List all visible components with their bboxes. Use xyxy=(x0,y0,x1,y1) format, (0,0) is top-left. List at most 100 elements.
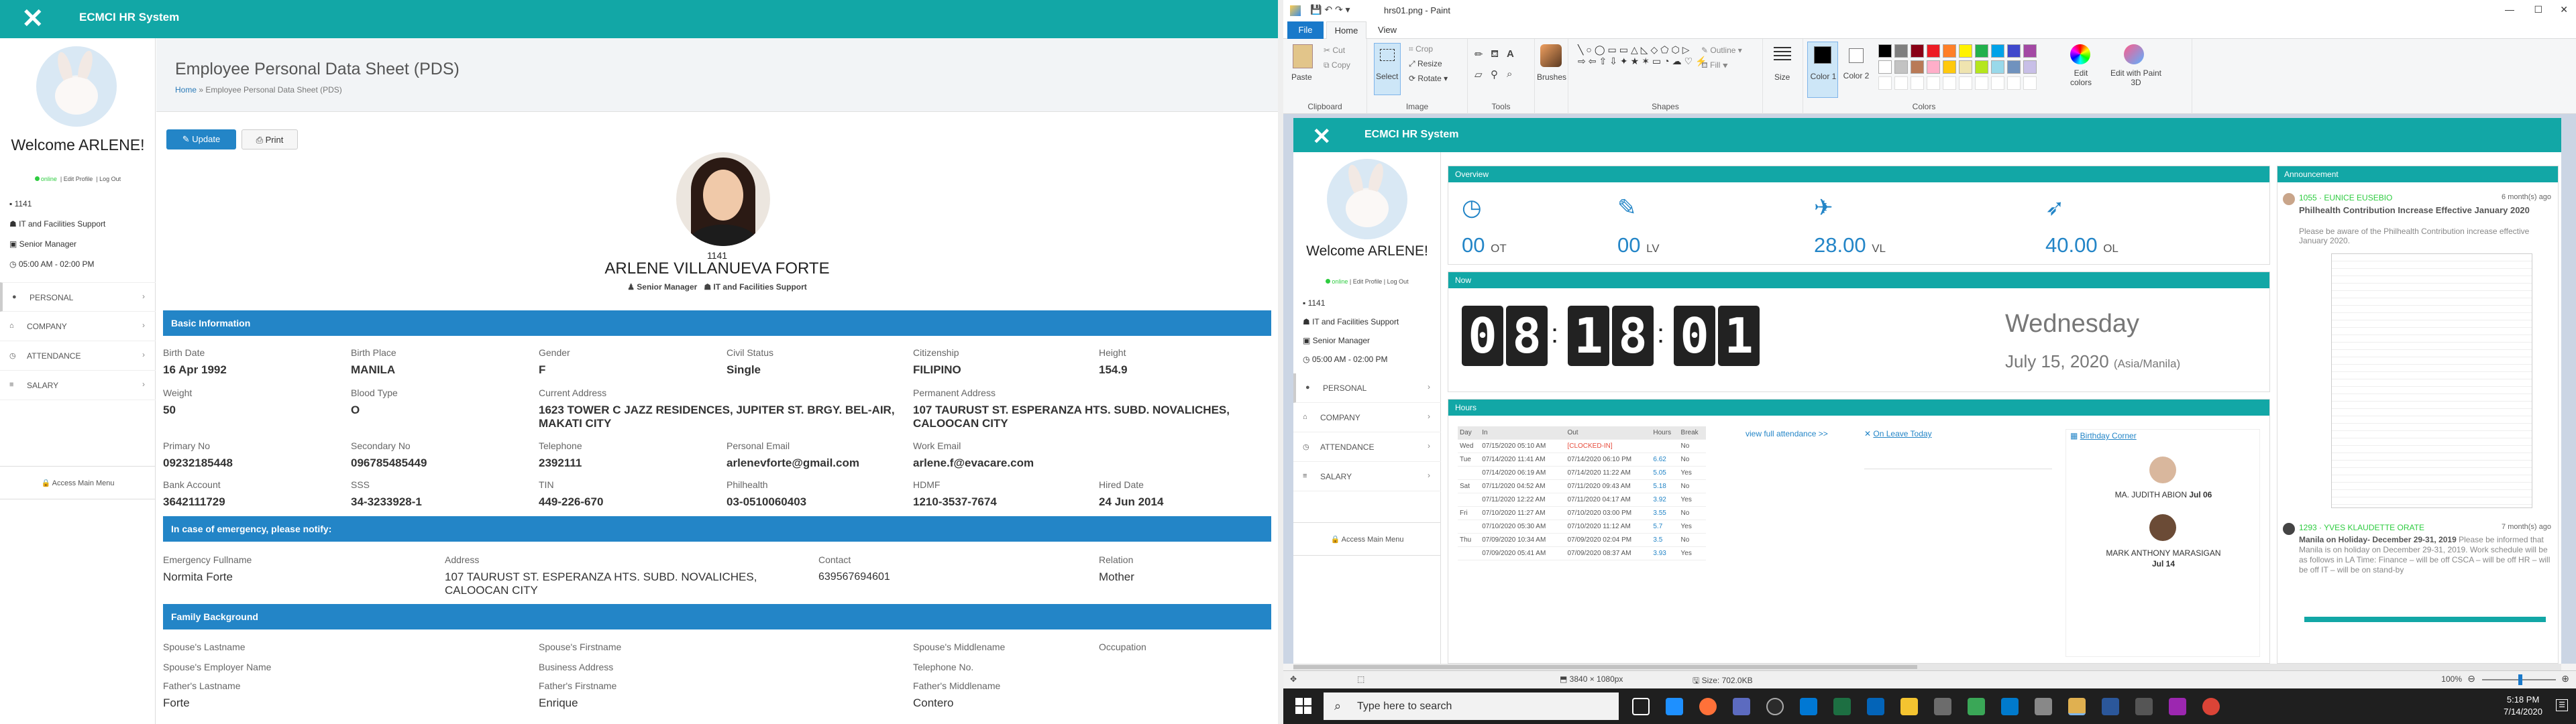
eraser-icon[interactable]: ▱ xyxy=(1474,68,1483,80)
crop-button[interactable]: ⌗ Crop xyxy=(1409,44,1433,54)
color2-button[interactable]: Color 2 xyxy=(1841,42,1872,98)
edit-colors-button[interactable]: Edit colors xyxy=(2063,68,2098,87)
logout-link[interactable]: Log Out xyxy=(99,176,121,182)
size-button[interactable]: Size xyxy=(1774,72,1790,82)
color-swatch[interactable] xyxy=(1927,60,1940,74)
word-icon[interactable] xyxy=(2102,698,2119,715)
color-swatch[interactable] xyxy=(1927,44,1940,58)
update-button[interactable]: ✎ Update xyxy=(166,129,236,149)
app-icon[interactable] xyxy=(2035,698,2052,715)
color-swatch[interactable] xyxy=(1878,44,1892,58)
app-icon[interactable] xyxy=(2135,698,2153,715)
color-swatch[interactable] xyxy=(1959,44,1972,58)
select-button[interactable]: Select xyxy=(1374,43,1401,95)
paste-icon[interactable] xyxy=(1293,44,1313,68)
text-icon[interactable]: A xyxy=(1507,48,1514,60)
color-swatch-empty[interactable] xyxy=(1991,76,2004,90)
nav-personal[interactable]: ● PERSONAL › xyxy=(0,282,156,312)
color-swatch-empty[interactable] xyxy=(1943,76,1956,90)
color-swatch-empty[interactable] xyxy=(2023,76,2037,90)
app-icon[interactable] xyxy=(2169,698,2186,715)
view-full-attendance-link[interactable]: view full attendance >> xyxy=(1746,429,1828,438)
close-icon[interactable]: ✕ xyxy=(21,5,46,32)
tab-view[interactable]: View xyxy=(1371,21,1404,39)
task-view-icon[interactable] xyxy=(1632,698,1650,715)
size-icon[interactable] xyxy=(1774,47,1791,48)
fill-button[interactable]: ⛾ Fill ▾ xyxy=(1701,60,1728,71)
color-swatch[interactable] xyxy=(2023,44,2037,58)
color-swatch[interactable] xyxy=(1975,60,1988,74)
nav-salary[interactable]: ≡ SALARY › xyxy=(0,371,156,400)
color-swatch[interactable] xyxy=(1975,44,1988,58)
brushes-button[interactable]: Brushes xyxy=(1537,72,1566,82)
color-swatch[interactable] xyxy=(2007,44,2021,58)
access-main-menu[interactable]: 🔒 Access Main Menu xyxy=(0,466,156,499)
color-swatch-empty[interactable] xyxy=(1911,76,1924,90)
zoom-in-icon[interactable]: ⊕ xyxy=(2561,673,2569,684)
paint3d-icon[interactable] xyxy=(2124,44,2144,64)
close-window-icon[interactable]: ✕ xyxy=(2560,4,2568,15)
color-swatch-empty[interactable] xyxy=(1959,76,1972,90)
print-button[interactable]: ⎙ Print xyxy=(241,129,298,149)
color-swatch[interactable] xyxy=(1943,60,1956,74)
color-swatch-empty[interactable] xyxy=(1975,76,1988,90)
taskbar-search-input[interactable]: ⌕ Type here to search xyxy=(1324,692,1619,720)
outlook-icon[interactable] xyxy=(1867,698,1884,715)
scroll-thumb[interactable] xyxy=(1293,665,1917,669)
notification-icon[interactable]: ☰ xyxy=(2556,699,2568,711)
paint-taskbar-icon[interactable] xyxy=(2068,698,2086,715)
color-swatch[interactable] xyxy=(1894,44,1908,58)
color1-button[interactable]: Color 1 xyxy=(1807,42,1838,98)
color-swatch[interactable] xyxy=(1959,60,1972,74)
horizontal-scrollbar[interactable] xyxy=(1293,664,2561,670)
breadcrumb-home[interactable]: Home xyxy=(175,85,197,95)
quick-access-icons[interactable]: 💾 ↶ ↷ ▾ xyxy=(1310,4,1350,15)
app-icon[interactable] xyxy=(1733,698,1750,715)
color-swatch[interactable] xyxy=(2007,60,2021,74)
color-swatch[interactable] xyxy=(1991,60,2004,74)
tab-file[interactable]: File xyxy=(1287,21,1324,39)
color-swatch-empty[interactable] xyxy=(1927,76,1940,90)
color-swatch[interactable] xyxy=(1943,44,1956,58)
canvas-image[interactable]: ✕ ECMCI HR System Welcome ARLENE! online… xyxy=(1293,118,2561,664)
color-picker-icon[interactable]: ⚲ xyxy=(1491,68,1498,80)
edit-profile-link[interactable]: Edit Profile xyxy=(64,176,93,182)
color-swatch[interactable] xyxy=(1991,44,2004,58)
resize-button[interactable]: ⤢ Resize xyxy=(1409,59,1442,69)
color-swatch[interactable] xyxy=(1878,60,1892,74)
magnifier-icon[interactable]: ⌕ xyxy=(1507,68,1512,80)
system-clock[interactable]: 5:18 PM 7/14/2020 xyxy=(2504,694,2542,718)
maximize-icon[interactable]: ☐ xyxy=(2534,4,2542,15)
windows-start-icon[interactable] xyxy=(1295,698,1311,714)
vscode-icon[interactable] xyxy=(2001,698,2019,715)
color-swatch[interactable] xyxy=(1911,60,1924,74)
cut-button[interactable]: ✂ Cut xyxy=(1324,46,1345,55)
edge-icon[interactable] xyxy=(1666,698,1683,715)
paste-button[interactable]: Paste xyxy=(1291,72,1312,82)
app-icon[interactable] xyxy=(1766,698,1784,715)
firefox-icon[interactable] xyxy=(1699,698,1717,715)
color-swatch-empty[interactable] xyxy=(2007,76,2021,90)
zoom-slider-thumb[interactable] xyxy=(2518,674,2522,685)
edit-colors-icon[interactable] xyxy=(2070,44,2090,64)
pencil-icon[interactable]: ✏ xyxy=(1474,48,1483,60)
file-explorer-icon[interactable] xyxy=(1900,698,1918,715)
shapes-gallery[interactable]: ╲○◯▭▭△◺◇⬠⬡▷ ⇨⇦⇧⇩✦★✶▭◔☁♡⚡ xyxy=(1578,44,1710,67)
chrome-icon[interactable] xyxy=(2202,698,2220,715)
color-swatch[interactable] xyxy=(1894,60,1908,74)
fill-icon[interactable]: ⛾ xyxy=(1491,48,1499,61)
copy-button[interactable]: ⧉ Copy xyxy=(1324,60,1350,70)
vertical-scrollbar[interactable] xyxy=(1278,0,1283,724)
tab-home[interactable]: Home xyxy=(1326,21,1366,39)
zoom-out-icon[interactable]: ⊖ xyxy=(2467,673,2475,684)
app-icon[interactable] xyxy=(1968,698,1985,715)
minimize-icon[interactable]: — xyxy=(2505,4,2514,15)
color-swatch-empty[interactable] xyxy=(1894,76,1908,90)
paint3d-button[interactable]: Edit with Paint 3D xyxy=(2109,68,2163,87)
nav-attendance[interactable]: ◷ ATTENDANCE › xyxy=(0,341,156,371)
rotate-button[interactable]: ⟳ Rotate ▾ xyxy=(1409,74,1448,83)
color-swatch[interactable] xyxy=(2023,60,2037,74)
excel-icon[interactable] xyxy=(1833,698,1851,715)
brushes-icon[interactable] xyxy=(1540,44,1562,67)
outlook-icon[interactable] xyxy=(1800,698,1817,715)
